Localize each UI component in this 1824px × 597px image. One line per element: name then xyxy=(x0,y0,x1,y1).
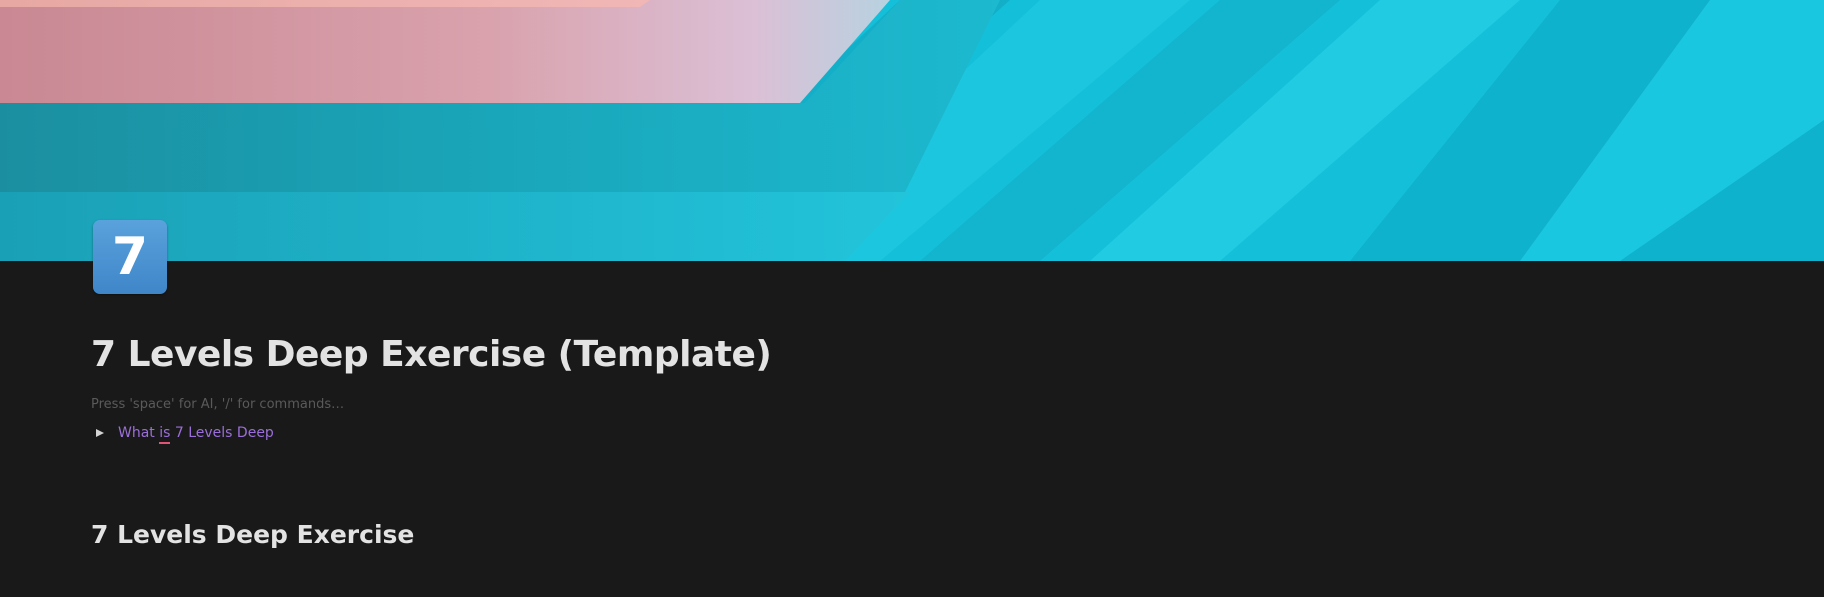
toggle-label-part: 7 Levels Deep xyxy=(170,425,274,441)
empty-block-placeholder[interactable]: Press 'space' for AI, '/' for commands… xyxy=(91,397,344,412)
toggle-label-part: What xyxy=(118,425,160,441)
notion-page: 7 7 Levels Deep Exercise (Template) Pres… xyxy=(0,0,1824,597)
toggle-block-what-is-7-levels-deep[interactable]: What is 7 Levels Deep xyxy=(96,425,274,441)
page-title[interactable]: 7 Levels Deep Exercise (Template) xyxy=(91,334,772,375)
cover-artwork xyxy=(0,0,1824,261)
toggle-arrow-icon[interactable] xyxy=(96,429,104,437)
section-heading[interactable]: 7 Levels Deep Exercise xyxy=(91,520,414,549)
page-cover-image[interactable] xyxy=(0,0,1824,261)
spellcheck-underlined-word: is xyxy=(159,425,171,441)
toggle-label[interactable]: What is 7 Levels Deep xyxy=(118,425,274,441)
page-icon-keycap-seven[interactable]: 7 xyxy=(93,220,167,294)
